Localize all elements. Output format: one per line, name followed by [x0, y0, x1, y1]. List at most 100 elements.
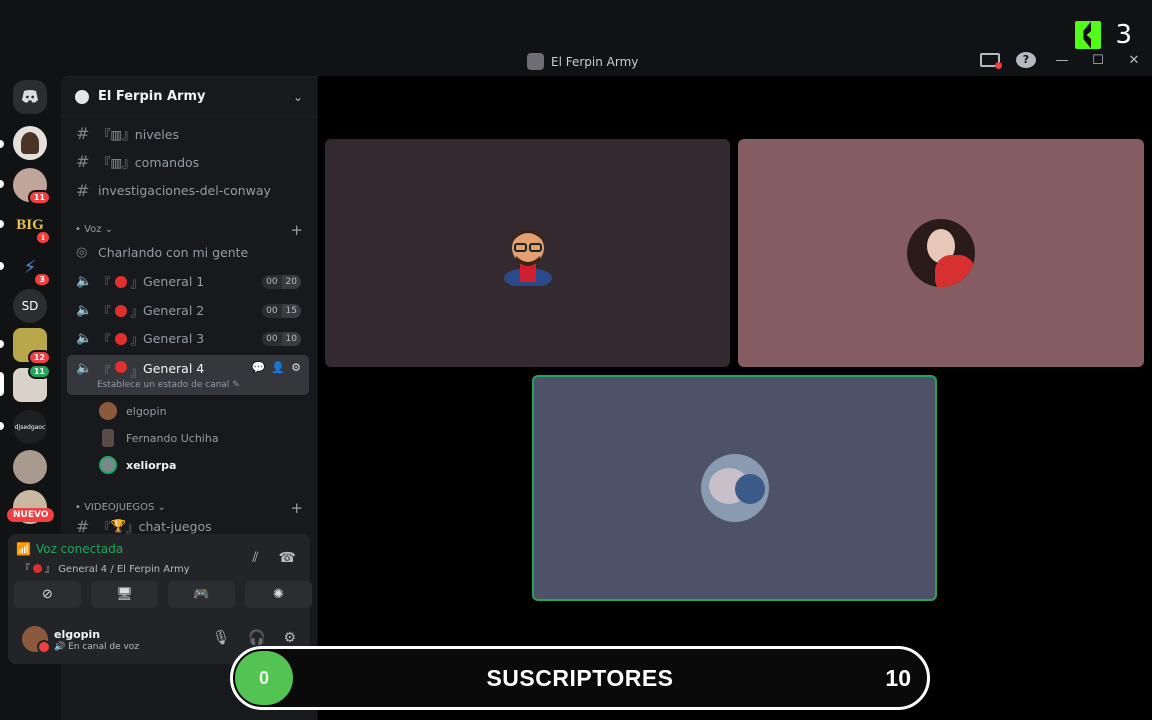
category-voz[interactable]: • Voz ⌄ + [75, 221, 303, 239]
add-channel-icon[interactable]: + [290, 499, 303, 517]
window-title-text: El Ferpin Army [551, 54, 639, 69]
hash-icon: # [76, 124, 90, 143]
participant-tile[interactable] [325, 139, 730, 367]
kick-counter: 3 [1075, 20, 1132, 50]
title-bar: 3 El Ferpin Army ? — ☐ ✕ [0, 0, 1152, 76]
voice-channel-general-1[interactable]: 🔈 『』 General 1 00 20 [67, 268, 309, 295]
inbox-icon[interactable] [980, 53, 1002, 69]
rail-server-sd[interactable]: SD [13, 289, 47, 323]
rail-server-big[interactable]: BIG 1 [13, 208, 51, 245]
server-header[interactable]: El Ferpin Army ⌄ [61, 77, 317, 117]
server-badge: 3 [33, 272, 51, 287]
channel-chat-juegos[interactable]: # 『🏆』 chat-juegos [67, 517, 309, 535]
server-badge: 1 [35, 230, 51, 245]
voice-member[interactable]: Fernando Uchiha [99, 429, 219, 447]
disconnect-icon[interactable]: ☎ [279, 550, 296, 566]
voice-member[interactable]: xeliorpa [99, 456, 176, 474]
chat-icon[interactable]: 💬 [252, 361, 266, 374]
signal-icon: 📶 [16, 542, 31, 556]
red-circle-icon [114, 275, 127, 288]
invite-icon[interactable]: 👤 [271, 361, 285, 374]
speaker-icon: 🔈 [76, 331, 93, 346]
user-count: 00 15 [262, 303, 301, 318]
avatar [102, 429, 114, 447]
stage-channel[interactable]: ◎ Charlando con mi gente [67, 239, 309, 266]
member-name: elgopin [126, 404, 167, 418]
server-badge: 11 [27, 190, 51, 205]
voice-channel-general-2[interactable]: 🔈 『』 General 2 00 15 [67, 297, 309, 324]
camera-button[interactable]: ⊘ [14, 581, 81, 608]
hash-icon: # [76, 517, 90, 535]
avatar [99, 456, 117, 474]
channel-label: 『▥』comandos [98, 155, 200, 170]
rail-server-4[interactable]: ⚡ 3 [13, 250, 51, 287]
chevron-down-icon[interactable]: ⌄ [293, 90, 303, 104]
screen-share-button[interactable]: 🖥 [91, 581, 158, 608]
voice-status-label: Voz conectada [35, 542, 124, 556]
minimize-button[interactable]: — [1052, 53, 1072, 68]
subscriber-goal: 10 [885, 665, 911, 691]
voice-panel: 📶 Voz conectada 『』 General 4 / El Ferpin… [8, 534, 312, 664]
kick-logo-icon [1075, 21, 1102, 49]
channel-status-hint[interactable]: Establece un estado de canal ✎ [97, 380, 240, 390]
trophy-icon: 🏆 [110, 518, 127, 533]
channel-label: General 3 [143, 331, 205, 346]
participant-tile-speaking[interactable] [532, 375, 937, 601]
member-name: xeliorpa [126, 458, 177, 472]
microphone-icon[interactable]: 🎙 [212, 630, 230, 646]
category-videojuegos[interactable]: • VIDEOJUEGOS ⌄ + [75, 499, 303, 517]
help-icon[interactable]: ? [1016, 52, 1036, 68]
hash-icon: # [76, 152, 90, 171]
participant-tile[interactable] [738, 139, 1144, 367]
gear-icon[interactable]: ⚙ [283, 630, 296, 646]
speaker-icon: 🔈 [76, 303, 93, 318]
member-name: Fernando Uchiha [126, 431, 219, 445]
rail-server-1[interactable] [13, 126, 47, 160]
hash-icon: # [76, 181, 90, 200]
activity-button[interactable]: 🎮 [168, 581, 235, 608]
rail-server-7[interactable]: 11 [13, 364, 51, 402]
user-name: elgopin [54, 628, 101, 641]
voice-location[interactable]: 『』 General 4 / El Ferpin Army [20, 560, 190, 575]
channel-niveles[interactable]: # 『▥』niveles [67, 120, 309, 147]
soundboard-icon: ✺ [273, 587, 284, 602]
noise-suppression-icon[interactable]: ⫽ [252, 550, 258, 566]
user-count: 00 10 [262, 331, 301, 346]
red-circle-icon [114, 332, 127, 345]
close-button[interactable]: ✕ [1124, 53, 1144, 68]
maximize-button[interactable]: ☐ [1088, 53, 1108, 68]
channel-investigaciones[interactable]: # investigaciones-del-conway [67, 177, 309, 204]
channel-comandos[interactable]: # 『▥』comandos [67, 148, 309, 175]
discord-home-icon[interactable] [13, 80, 47, 114]
voice-channel-general-4[interactable]: 🔈 『』 General 4 Establece un estado de ca… [67, 355, 309, 395]
user-status: 🔊 En canal de voz [54, 642, 140, 652]
window-title: El Ferpin Army [527, 53, 638, 70]
gamepad-icon: 🎮 [193, 587, 210, 602]
voice-controls: ⫽ ☎ [252, 550, 296, 566]
voice-stage [318, 76, 1152, 720]
rail-server-8[interactable]: djsedgaoc [13, 410, 47, 444]
add-channel-icon[interactable]: + [290, 221, 303, 239]
category-label: VIDEOJUEGOS [84, 502, 155, 513]
channel-actions: 💬 👤 ⚙ [252, 361, 301, 374]
server-label: djsedgaoc [14, 423, 46, 431]
soundboard-button[interactable]: ✺ [245, 581, 312, 608]
rail-server-9[interactable] [13, 450, 47, 484]
voice-status[interactable]: 📶 Voz conectada [16, 542, 123, 556]
voice-member[interactable]: elgopin [99, 402, 167, 420]
server-name: El Ferpin Army [98, 89, 206, 104]
user-count: 00 20 [262, 274, 301, 289]
channel-label: General 1 [143, 274, 205, 289]
user-controls: 🎙 🎧 ⚙ [212, 630, 296, 646]
gear-icon[interactable]: ⚙ [291, 361, 301, 374]
channel-label: 『▥』niveles [98, 127, 179, 142]
headphones-icon[interactable]: 🎧 [248, 630, 265, 646]
rail-server-6[interactable]: 12 [13, 328, 51, 365]
avatar[interactable] [22, 626, 51, 654]
server-label: SD [21, 299, 39, 313]
screen-share-icon: 🖥 [116, 587, 133, 602]
voice-action-buttons: ⊘ 🖥 🎮 ✺ [14, 581, 312, 608]
rail-server-2[interactable]: 11 [13, 168, 51, 205]
voice-channel-general-3[interactable]: 🔈 『』 General 3 00 10 [67, 325, 309, 352]
red-circle-icon [114, 304, 127, 317]
